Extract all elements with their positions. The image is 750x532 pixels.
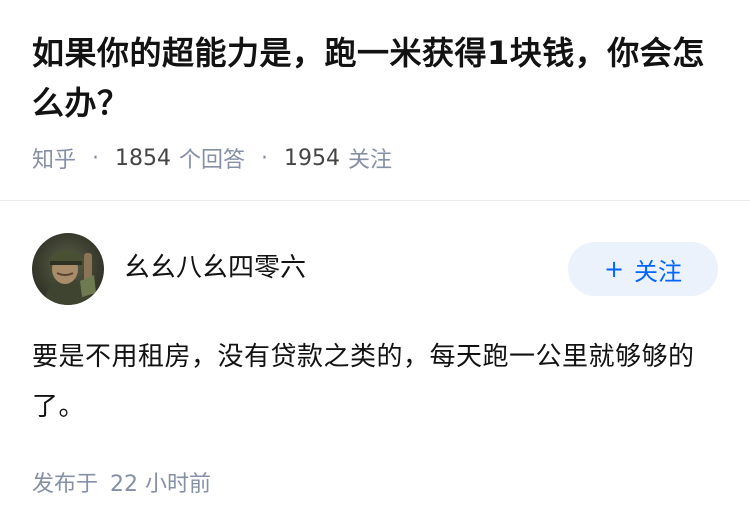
answer-publish-time: 发布于 22 小时前: [32, 466, 211, 498]
avatar[interactable]: [32, 233, 104, 305]
follower-count-label[interactable]: 关注: [348, 142, 392, 174]
plus-icon: +: [603, 255, 625, 283]
author-name[interactable]: 幺幺八幺四零六: [124, 247, 568, 284]
publish-number: 22: [110, 472, 139, 497]
answer-count-label[interactable]: 个回答: [179, 142, 245, 174]
author-row: 幺幺八幺四零六 + 关注: [32, 232, 718, 306]
question-title[interactable]: 如果你的超能力是，跑一米获得1块钱，你会怎么办？: [32, 28, 718, 128]
user-avatar-photo-icon: [32, 233, 104, 305]
answer-card: 幺幺八幺四零六 + 关注 要是不用租房，没有贷款之类的，每天跑一公里就够够的了。: [32, 232, 718, 432]
answer-count: 1854: [115, 145, 172, 171]
answer-content[interactable]: 要是不用租房，没有贷款之类的，每天跑一公里就够够的了。: [32, 332, 718, 432]
section-divider: [0, 200, 750, 201]
question-header: 如果你的超能力是，跑一米获得1块钱，你会怎么办？ 知乎 · 1854 个回答 ·…: [0, 0, 750, 174]
meta-separator: ·: [92, 145, 100, 171]
follow-button-label: 关注: [634, 257, 683, 286]
question-meta: 知乎 · 1854 个回答 · 1954 关注: [32, 142, 718, 174]
follow-button[interactable]: + 关注: [568, 242, 718, 296]
meta-separator: ·: [261, 145, 269, 171]
publish-unit: 小时前: [145, 472, 212, 497]
source-label[interactable]: 知乎: [32, 142, 76, 174]
follower-count: 1954: [284, 145, 341, 171]
publish-prefix: 发布于: [32, 472, 99, 497]
